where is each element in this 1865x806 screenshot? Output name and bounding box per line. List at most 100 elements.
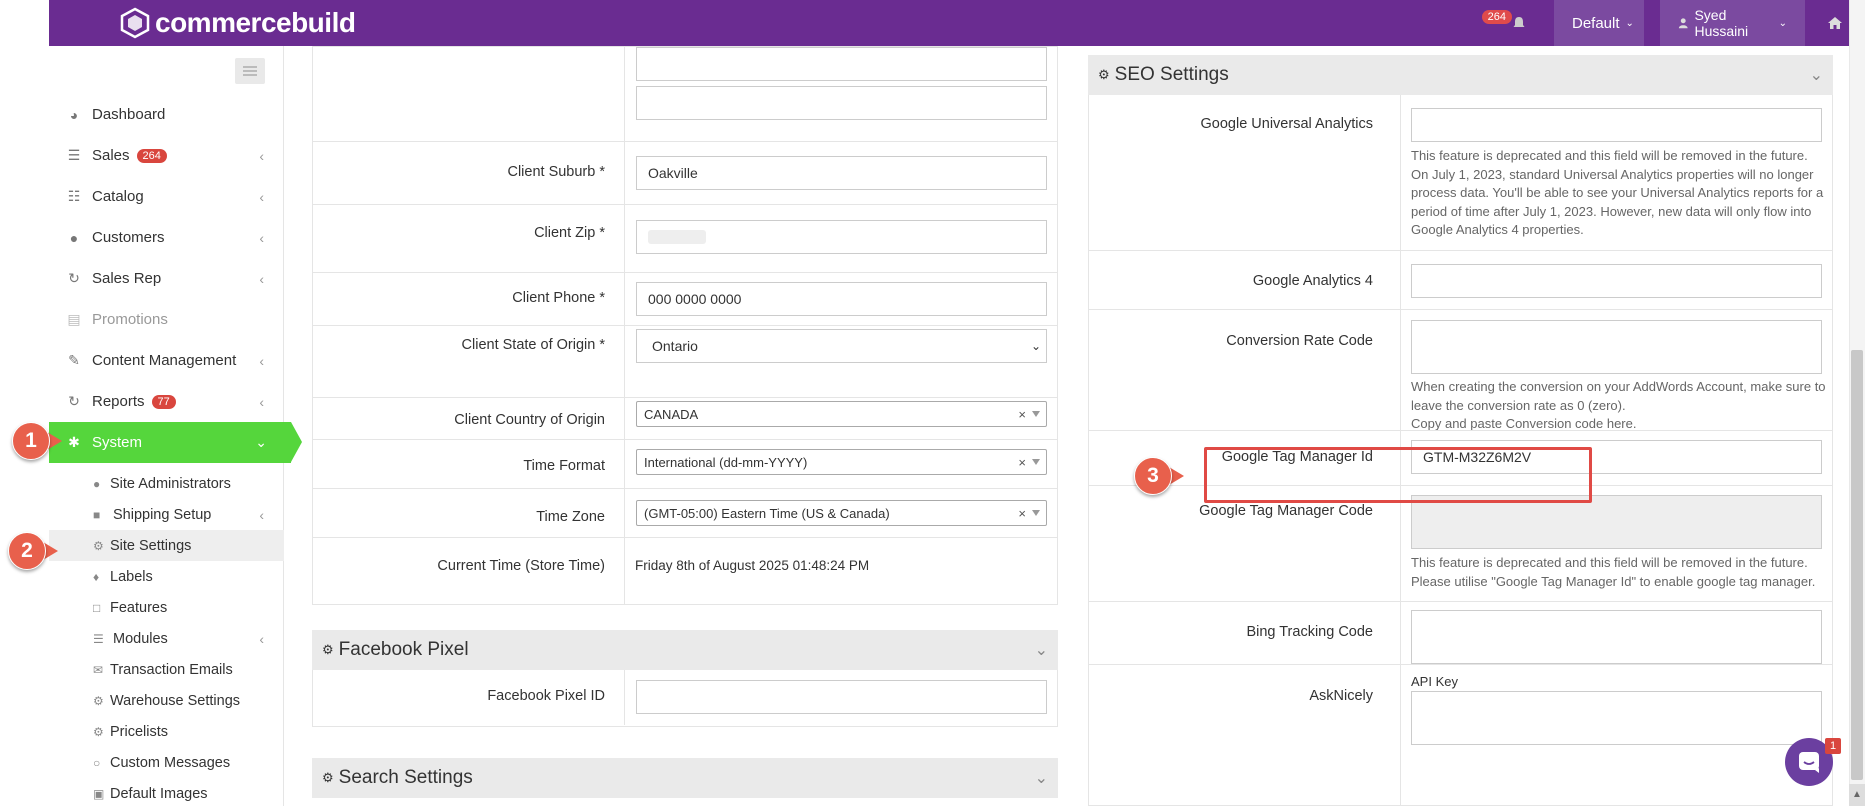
scrollbar-thumb[interactable] <box>1851 350 1863 780</box>
chevron-down-icon: ⌄ <box>1625 17 1634 29</box>
sidebar-subitem-custom-messages[interactable]: ○ Custom Messages <box>49 747 284 778</box>
clear-icon[interactable]: × <box>1018 455 1026 470</box>
sidebar-subitem-label: Transaction Emails <box>110 661 233 678</box>
sidebar-subitem-label: Custom Messages <box>110 754 231 771</box>
highlight-box <box>1204 447 1592 503</box>
time-zone-value: (GMT-05:00) Eastern Time (US & Canada) <box>644 505 890 521</box>
bing-tracking-code-textarea[interactable] <box>1411 610 1822 664</box>
envelope-icon: ✉ <box>93 662 104 677</box>
google-universal-analytics-help: This feature is deprecated and this fiel… <box>1411 148 1824 237</box>
store-select-button[interactable]: Default ⌄ <box>1554 0 1644 46</box>
refresh-icon: ↻ <box>68 393 80 409</box>
facebook-pixel-panel-header[interactable]: ⚙ Facebook Pixel ⌄ <box>312 630 1058 670</box>
bell-icon <box>1513 17 1525 27</box>
client-address-line-2-input[interactable] <box>636 86 1047 120</box>
clear-icon[interactable]: × <box>1018 506 1026 521</box>
sidebar-subitem-warehouse-settings[interactable]: ⚙ Warehouse Settings <box>49 685 284 716</box>
user-menu-button[interactable]: Syed Hussaini ⌄ <box>1660 0 1805 46</box>
logo[interactable]: commercebuild <box>119 3 356 43</box>
api-key-textarea[interactable] <box>1411 691 1822 745</box>
sidebar-subitem-labels[interactable]: ♦ Labels <box>49 561 284 592</box>
chart-icon: ▤ <box>67 311 81 327</box>
sidebar-item-label: System <box>92 434 143 451</box>
list-icon: ☰ <box>93 631 104 646</box>
users-icon: ● <box>93 476 101 491</box>
google-tag-manager-code-textarea[interactable] <box>1411 495 1822 549</box>
google-universal-analytics-input[interactable] <box>1411 108 1822 142</box>
client-state-value: Ontario <box>652 338 698 354</box>
sidebar-item-catalog[interactable]: ☷ Catalog ‹ <box>49 176 284 217</box>
sidebar-item-sales[interactable]: ☰ Sales 264 ‹ <box>49 135 284 176</box>
sidebar-item-sales-rep[interactable]: ↻ Sales Rep ‹ <box>49 258 284 299</box>
sidebar-item-promotions[interactable]: ▤ Promotions <box>49 299 284 340</box>
sidebar-subitem-shipping-setup[interactable]: ■ Shipping Setup ‹ <box>49 499 284 530</box>
time-format-select[interactable]: International (dd-mm-YYYY) × <box>636 449 1047 475</box>
sales-badge: 264 <box>136 148 167 163</box>
sidebar-item-system[interactable]: ✱ System ⌄ <box>49 422 302 463</box>
client-address-line-input[interactable] <box>636 47 1047 81</box>
chevron-left-icon: ‹ <box>259 188 264 205</box>
truck-icon: ■ <box>93 507 101 522</box>
conversion-rate-code-textarea[interactable] <box>1411 320 1822 374</box>
client-zip-input[interactable] <box>636 220 1047 254</box>
form-row: Client Zip * <box>313 204 1057 272</box>
sidebar-subitem-label: Pricelists <box>110 723 169 740</box>
form-row: AskNicely API Key <box>1089 664 1832 806</box>
sidebar-subitem-label: Default Images <box>110 785 208 802</box>
comment-icon: ○ <box>93 755 101 770</box>
scroll-to-top-button[interactable]: ▲ <box>1849 784 1865 806</box>
sidebar-subitem-site-settings[interactable]: ⚙ Site Settings <box>49 530 284 561</box>
sidebar-item-content-management[interactable]: ✎ Content Management ‹ <box>49 340 284 381</box>
clear-icon[interactable]: × <box>1018 407 1026 422</box>
edit-icon: ✎ <box>68 352 80 368</box>
step-marker-number: 2 <box>8 532 46 570</box>
current-time-label: Current Time (Store Time) <box>437 558 605 574</box>
sidebar-subitem-modules[interactable]: ☰ Modules ‹ <box>49 623 284 654</box>
topbar-right: 264 Default ⌄ Syed Hussaini ⌄ <box>1464 0 1865 46</box>
bing-tracking-code-label: Bing Tracking Code <box>1246 624 1373 640</box>
client-country-label: Client Country of Origin <box>454 412 605 428</box>
client-settings-panel: Client Suburb * Oakville Client Zip * Cl… <box>312 46 1058 605</box>
conversion-rate-code-label: Conversion Rate Code <box>1226 333 1373 349</box>
client-suburb-label: Client Suburb * <box>507 164 605 180</box>
cube-logo-icon <box>120 7 150 39</box>
cogs-icon: ⚙ <box>1098 67 1110 82</box>
reports-badge: 77 <box>151 394 176 409</box>
form-row: Client Phone * 000 0000 0000 <box>313 272 1057 325</box>
refresh-icon: ↻ <box>68 270 80 286</box>
dropdown-arrow-icon <box>1032 510 1040 516</box>
sidebar-subitem-transaction-emails[interactable]: ✉ Transaction Emails <box>49 654 284 685</box>
step-marker-number: 1 <box>12 422 50 460</box>
page: commercebuild 264 Default ⌄ Syed Hussain… <box>0 0 1865 806</box>
sidebar-subitem-label: Site Administrators <box>110 475 231 492</box>
client-zip-label: Client Zip * <box>534 225 605 241</box>
sales-icon: ☰ <box>67 147 81 163</box>
catalog-icon: ☷ <box>67 188 81 204</box>
sidebar-item-label: Promotions <box>92 311 168 328</box>
sidebar-item-label: Sales Rep <box>92 270 162 287</box>
chevron-down-icon: ⌄ <box>1809 67 1823 84</box>
seo-settings-panel-header[interactable]: ⚙ SEO Settings ⌄ <box>1088 55 1833 95</box>
search-settings-panel-header[interactable]: ⚙ Search Settings ⌄ <box>312 758 1058 798</box>
client-phone-input[interactable]: 000 0000 0000 <box>636 282 1047 316</box>
sidebar-subitem-site-administrators[interactable]: ● Site Administrators <box>49 468 284 499</box>
sidebar-toggle-button[interactable] <box>235 58 265 84</box>
sidebar-item-label: Dashboard <box>92 106 166 123</box>
sidebar-item-label: Content Management <box>92 352 237 369</box>
sidebar-subitem-default-images[interactable]: ▣ Default Images <box>49 778 284 806</box>
google-analytics-4-input[interactable] <box>1411 264 1822 298</box>
facebook-pixel-id-input[interactable] <box>636 680 1047 714</box>
client-suburb-input[interactable]: Oakville <box>636 156 1047 190</box>
time-zone-select[interactable]: (GMT-05:00) Eastern Time (US & Canada) × <box>636 500 1047 526</box>
sidebar-item-customers[interactable]: ● Customers ‹ <box>49 217 284 258</box>
sidebar-item-dashboard[interactable]: ◕ Dashboard <box>49 94 284 135</box>
client-country-select[interactable]: CANADA × <box>636 401 1047 427</box>
conversion-rate-code-help: When creating the conversion on your Add… <box>1411 378 1826 434</box>
sidebar-subitem-features[interactable]: □ Features <box>49 592 284 623</box>
notifications-button[interactable]: 264 <box>1464 0 1544 46</box>
client-state-select[interactable]: Ontario ⌄ <box>636 329 1047 363</box>
sidebar-subitem-label: Site Settings <box>110 537 192 554</box>
sidebar-item-reports[interactable]: ↻ Reports 77 ‹ <box>49 381 284 422</box>
seo-settings-title: SEO Settings <box>1114 64 1229 85</box>
sidebar-subitem-pricelists[interactable]: ⚙ Pricelists <box>49 716 284 747</box>
